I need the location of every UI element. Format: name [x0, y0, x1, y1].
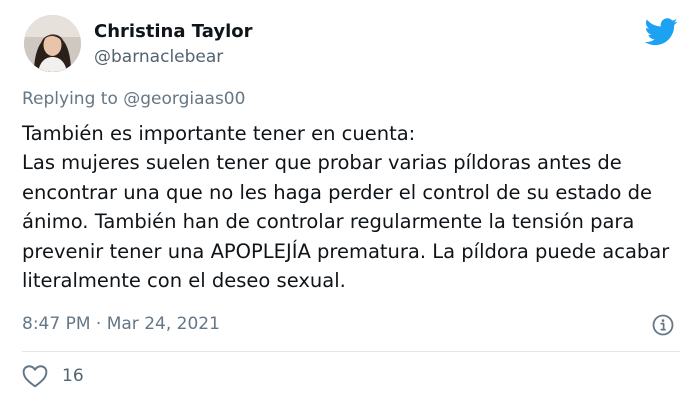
twitter-bird-icon[interactable]: [644, 18, 678, 46]
tweet-text: También es importante tener en cuenta: L…: [22, 122, 670, 293]
author-name[interactable]: Christina Taylor: [94, 20, 252, 44]
divider: [22, 351, 680, 352]
replying-to-label: Replying to: [22, 89, 124, 109]
like-count: 16: [62, 366, 84, 386]
author-handle[interactable]: @barnaclebear: [94, 45, 223, 69]
replying-to: Replying to @georgiaas00: [22, 87, 245, 111]
tweet-card: Christina Taylor @barnaclebear Replying …: [0, 0, 700, 402]
avatar[interactable]: [24, 15, 81, 72]
avatar-image: [24, 15, 81, 72]
replying-to-handle[interactable]: @georgiaas00: [123, 89, 245, 109]
info-icon[interactable]: [651, 313, 675, 337]
heart-icon[interactable]: [22, 364, 48, 388]
tweet-timestamp[interactable]: 8:47 PM · Mar 24, 2021: [22, 312, 220, 336]
like-button[interactable]: 16: [22, 363, 84, 389]
